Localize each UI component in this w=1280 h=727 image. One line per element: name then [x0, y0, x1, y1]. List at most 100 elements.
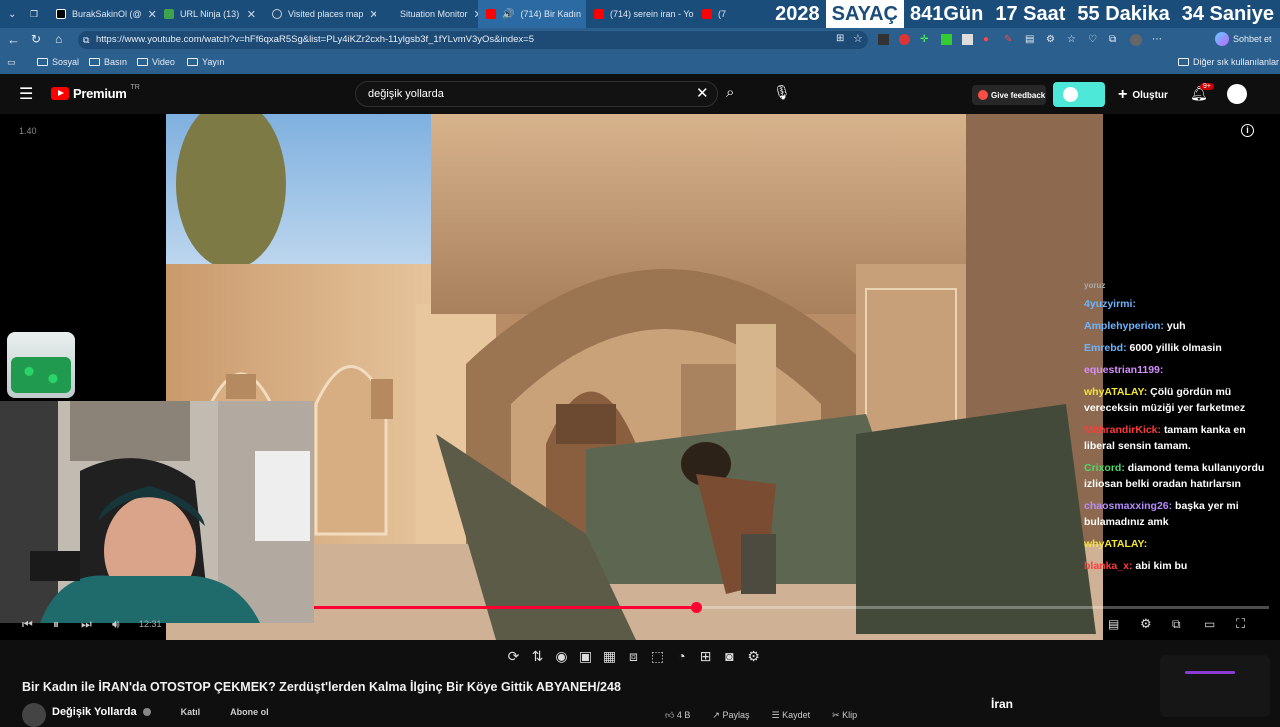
counter-days: 841Gün: [909, 2, 984, 25]
menu-icon[interactable]: ☰: [19, 84, 33, 104]
create-button[interactable]: + Oluştur: [1118, 86, 1168, 104]
extension-icon-6[interactable]: ●: [983, 34, 994, 46]
search-input[interactable]: değişik yollarda ✕: [355, 81, 718, 107]
speaker-icon[interactable]: 🔊: [502, 9, 514, 20]
theater-mode-icon[interactable]: ▭: [1204, 617, 1215, 631]
home-icon[interactable]: ⌂: [55, 32, 62, 46]
split-view-icon[interactable]: ⊞: [836, 33, 844, 44]
chat-overlay: yoruz 4yuzyirmi: Amplehyperion: yuh Emre…: [1084, 282, 1269, 580]
tab-visited-places[interactable]: Visited places map ✕: [264, 0, 376, 28]
extension-icon-1[interactable]: [878, 34, 889, 45]
tab-situation-monitor[interactable]: Situation Monitor✕: [376, 0, 478, 28]
audio-mode-icon[interactable]: ◉: [553, 648, 570, 666]
share-button[interactable]: ↗ Paylaş: [712, 710, 749, 720]
more-icon[interactable]: ⋯: [1152, 34, 1163, 46]
extension-toggle[interactable]: [1053, 82, 1105, 107]
tab-label: (7: [718, 9, 727, 19]
search-value: değişik yollarda: [368, 88, 444, 100]
feedback-icon: [978, 90, 988, 100]
webcam-scene: [0, 401, 314, 623]
clear-search-icon[interactable]: ✕: [696, 82, 709, 106]
reload-icon[interactable]: ↻: [31, 32, 41, 46]
channel-name[interactable]: Değişik Yollarda: [52, 706, 137, 718]
picture-in-picture-icon[interactable]: ⧈: [625, 648, 642, 666]
heart-icon[interactable]: ♡: [1088, 34, 1099, 46]
settings-icon[interactable]: ⚙: [1140, 616, 1152, 632]
folder-icon: [37, 58, 48, 66]
subscribe-button[interactable]: Abone ol: [230, 707, 269, 717]
other-bookmarks[interactable]: Diğer sık kullanılanlar: [1178, 57, 1279, 67]
bookmark-sosyal[interactable]: Sosyal: [37, 57, 79, 67]
microphone-icon[interactable]: 🎙: [773, 84, 791, 101]
collections-icon[interactable]: ⧉: [1109, 34, 1120, 46]
favorite-star-icon[interactable]: ☆: [853, 32, 863, 45]
screenshot-icon[interactable]: ◙: [721, 648, 738, 666]
tab-twitter[interactable]: BurakSakinOl (@ ✕: [48, 0, 156, 28]
account-avatar[interactable]: [1227, 84, 1247, 104]
like-button[interactable]: 👍︎ 4 B: [665, 710, 690, 720]
pause-icon[interactable]: ⏸: [53, 617, 59, 632]
tab-youtube-serein[interactable]: (714) serein iran - Yo✕: [586, 0, 694, 28]
back-icon[interactable]: ←: [7, 32, 20, 47]
extension-icon-4[interactable]: [941, 34, 952, 45]
add-icon[interactable]: ⊞: [697, 648, 714, 666]
bookmark-video[interactable]: Video: [137, 57, 175, 67]
loop-icon[interactable]: ⟳: [505, 648, 522, 666]
workspaces-icon[interactable]: ❐: [26, 0, 48, 28]
tab-list-button[interactable]: ⌄: [0, 0, 26, 28]
tab-urlninja[interactable]: URL Ninja (13) ✕: [156, 0, 264, 28]
volume-icon[interactable]: 🔊︎: [112, 617, 120, 632]
extension-icon-2[interactable]: [899, 34, 910, 45]
speed-icon[interactable]: ◔: [673, 648, 690, 666]
chat-button[interactable]: Sohbet et: [1215, 32, 1272, 46]
progress-track[interactable]: [314, 606, 1269, 609]
previous-icon[interactable]: ⏮: [22, 617, 33, 632]
video-title: Bir Kadın ile İRAN'da OTOSTOP ÇEKMEK? Ze…: [22, 680, 621, 694]
counter-hours: 17 Saat: [995, 2, 1066, 25]
youtube-logo[interactable]: Premium TR: [51, 84, 140, 101]
fullscreen-icon[interactable]: ⛶: [1236, 616, 1245, 632]
tab-youtube-active[interactable]: 🔊 (714) Bir Kadın✕: [478, 0, 586, 28]
extension-icon-3[interactable]: ✛: [920, 34, 931, 46]
subtitles-icon[interactable]: ▤: [1108, 617, 1119, 631]
close-tab-icon[interactable]: ✕: [148, 8, 156, 21]
extension-icon-9[interactable]: ⚙: [1046, 34, 1057, 46]
bookmark-basin[interactable]: Basın: [89, 57, 127, 67]
chat-message: equestrian1199:: [1084, 362, 1269, 378]
tab-groups-icon[interactable]: ▭: [7, 57, 16, 68]
join-button[interactable]: Katıl: [181, 707, 201, 717]
favorites-icon[interactable]: ☆: [1067, 34, 1078, 46]
site-info-icon[interactable]: ⧉: [83, 31, 89, 49]
extension-icon-7[interactable]: ✎: [1004, 34, 1015, 46]
bookmarks-bar: ▭ Sosyal Basın Video Yayın Diğer sık kul…: [0, 52, 1280, 74]
extension-icon-8[interactable]: ▤: [1025, 34, 1036, 46]
close-tab-icon[interactable]: ✕: [369, 8, 376, 21]
search-icon[interactable]: ⌕: [726, 84, 734, 101]
related-chip-iran[interactable]: İran: [991, 697, 1013, 711]
progress-scrubber[interactable]: [691, 602, 702, 613]
sort-icon[interactable]: ⇅: [529, 648, 546, 666]
bookmark-label: Basın: [104, 57, 128, 67]
close-tab-icon[interactable]: ✕: [247, 8, 256, 21]
give-feedback-button[interactable]: Give feedback: [972, 85, 1046, 105]
next-icon[interactable]: ⏭: [81, 617, 92, 632]
channel-avatar[interactable]: [22, 703, 46, 727]
clip-button[interactable]: ✂ Klip: [832, 710, 857, 720]
tab-youtube-more[interactable]: (7: [694, 0, 728, 28]
chat-message: Crixord: diamond tema kullanıyordu izlio…: [1084, 460, 1269, 492]
tab-label: URL Ninja (13): [180, 9, 240, 19]
crop-icon[interactable]: ⬚: [649, 648, 666, 666]
share-label: Paylaş: [722, 710, 750, 720]
extension-icon-5[interactable]: [962, 34, 973, 45]
bookmark-yayin[interactable]: Yayın: [187, 57, 224, 67]
video-player[interactable]: 1.40 i yoruz 4yuzyirmi: Amplehyperion: y…: [0, 114, 1280, 640]
save-button[interactable]: ☰ Kaydet: [771, 710, 810, 720]
profile-avatar[interactable]: [1130, 34, 1142, 46]
cast-icon[interactable]: ▣: [577, 648, 594, 666]
url-field[interactable]: ⧉ https://www.youtube.com/watch?v=hFf6qx…: [78, 31, 868, 49]
tab-label: BurakSakinOl (@: [72, 9, 142, 19]
info-icon[interactable]: i: [1241, 124, 1254, 137]
film-icon[interactable]: ▦: [601, 648, 618, 666]
gear-icon[interactable]: ⚙: [745, 648, 762, 666]
miniplayer-icon[interactable]: ⧉: [1172, 617, 1181, 632]
